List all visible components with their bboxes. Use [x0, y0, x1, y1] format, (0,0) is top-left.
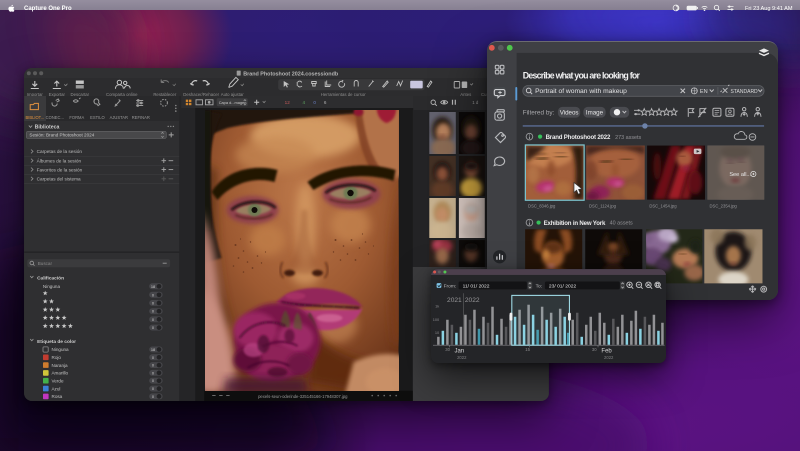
svg-text:Herramientas de cursor: Herramientas de cursor — [321, 92, 366, 97]
svg-text:Deshacer/Rehacer: Deshacer/Rehacer — [184, 92, 220, 97]
svg-text:Brand Photoshoot 2024.cosessio: Brand Photoshoot 2024.cosessiondb — [244, 71, 340, 77]
svg-text:Azul: Azul — [52, 386, 61, 391]
svg-text:1k: 1k — [435, 303, 439, 308]
svg-text:Restablecer: Restablecer — [154, 92, 177, 97]
svg-text:Describe what you are looking: Describe what you are looking for — [523, 71, 641, 81]
svg-text:Exportar: Exportar — [49, 92, 66, 97]
svg-text:Filtered by:: Filtered by: — [523, 110, 555, 117]
svg-text:Verde: Verde — [52, 378, 64, 383]
svg-text:Videos: Videos — [560, 110, 579, 117]
svg-text:Descartar: Descartar — [71, 92, 90, 97]
svg-text:FORMA: FORMA — [70, 115, 85, 120]
svg-text:EN: EN — [700, 89, 708, 95]
svg-text:Jan: Jan — [454, 348, 464, 354]
svg-text:DSC_1454.jpg: DSC_1454.jpg — [650, 204, 678, 209]
svg-text:Biblioteca: Biblioteca — [35, 124, 60, 130]
svg-text:pexels-seun-oderinde-325145166: pexels-seun-oderinde-325145166-17948307.… — [258, 394, 348, 399]
svg-text:AJUSTAR: AJUSTAR — [110, 115, 128, 120]
svg-text:Feb: Feb — [601, 348, 612, 354]
svg-text:2022: 2022 — [457, 354, 467, 359]
svg-text:6: 6 — [324, 100, 327, 105]
svg-text:Amarillo: Amarillo — [52, 371, 69, 376]
svg-text:30: 30 — [592, 347, 597, 352]
svg-text:Exhibition in New York: Exhibition in New York — [544, 220, 606, 227]
svg-text:Rosa: Rosa — [52, 394, 63, 399]
svg-text:DSC_2354.jpg: DSC_2354.jpg — [710, 204, 738, 209]
svg-text:23/ 01/ 2022: 23/ 01/ 2022 — [549, 283, 577, 289]
svg-text:2022: 2022 — [604, 354, 614, 359]
svg-text:DSC_8346.jpg: DSC_8346.jpg — [528, 204, 556, 209]
svg-text:Naranja: Naranja — [52, 363, 69, 368]
svg-text:273 assets: 273 assets — [616, 135, 642, 141]
svg-text:Comparta online: Comparta online — [106, 92, 138, 97]
svg-text:To:: To: — [535, 283, 541, 289]
svg-text:Portrait of woman with makeup: Portrait of woman with makeup — [535, 88, 627, 95]
svg-text:See all...: See all... — [730, 172, 752, 178]
svg-text:18: 18 — [151, 284, 155, 289]
svg-text:BIBLIOT...: BIBLIOT... — [26, 115, 45, 120]
svg-text:REFINAR: REFINAR — [132, 115, 150, 120]
svg-text:DSC_1124.jpg: DSC_1124.jpg — [589, 204, 617, 209]
svg-text:100: 100 — [433, 316, 440, 321]
svg-text:12: 12 — [285, 100, 291, 105]
svg-text:STANDARD: STANDARD — [731, 89, 759, 95]
svg-text:Capture One Pro: Capture One Pro — [24, 6, 72, 12]
svg-text:Favoritos de la sesión: Favoritos de la sesión — [37, 167, 83, 172]
svg-text:Brand Photoshoot 2022: Brand Photoshoot 2022 — [546, 134, 611, 141]
svg-text:11/ 01/ 2022: 11/ 01/ 2022 — [462, 283, 489, 289]
svg-text:Carpetas del sistema: Carpetas del sistema — [37, 177, 81, 182]
svg-text:Buscar: Buscar — [38, 261, 53, 266]
svg-text:Ninguna: Ninguna — [43, 284, 61, 289]
svg-text:Capa d...magen: Capa d...magen — [219, 100, 247, 105]
svg-text:CONEC...: CONEC... — [46, 115, 64, 120]
svg-text:From:: From: — [444, 283, 457, 289]
svg-text:Image: Image — [586, 110, 604, 117]
svg-text:Auto ajustar: Auto ajustar — [221, 92, 244, 97]
svg-text:Rojo: Rojo — [52, 355, 62, 360]
svg-text:2021: 2021 — [447, 297, 462, 304]
svg-text:Ninguna: Ninguna — [52, 347, 70, 352]
svg-text:0: 0 — [314, 100, 317, 105]
svg-text:Etiqueta de color: Etiqueta de color — [37, 339, 76, 345]
svg-text:40 assets: 40 assets — [610, 221, 633, 227]
svg-text:18: 18 — [151, 347, 155, 352]
svg-text:1 d: 1 d — [473, 100, 480, 105]
svg-text:Calificación: Calificación — [37, 276, 64, 282]
svg-text:Antes: Antes — [461, 92, 472, 97]
svg-text:Carpetas de la sesión: Carpetas de la sesión — [37, 149, 83, 154]
svg-text:ESTILO: ESTILO — [91, 115, 106, 120]
svg-text:30: 30 — [445, 347, 450, 352]
svg-text:2022: 2022 — [465, 297, 480, 304]
svg-text:4: 4 — [303, 100, 306, 105]
svg-text:Sesión: Brand Photoshoot 2024: Sesión: Brand Photoshoot 2024 — [30, 133, 95, 138]
svg-text:Álbumes de la sesión: Álbumes de la sesión — [37, 157, 82, 163]
svg-text:Fri 23 Aug 9:41 AM: Fri 23 Aug 9:41 AM — [745, 6, 793, 12]
svg-text:15: 15 — [525, 347, 530, 352]
